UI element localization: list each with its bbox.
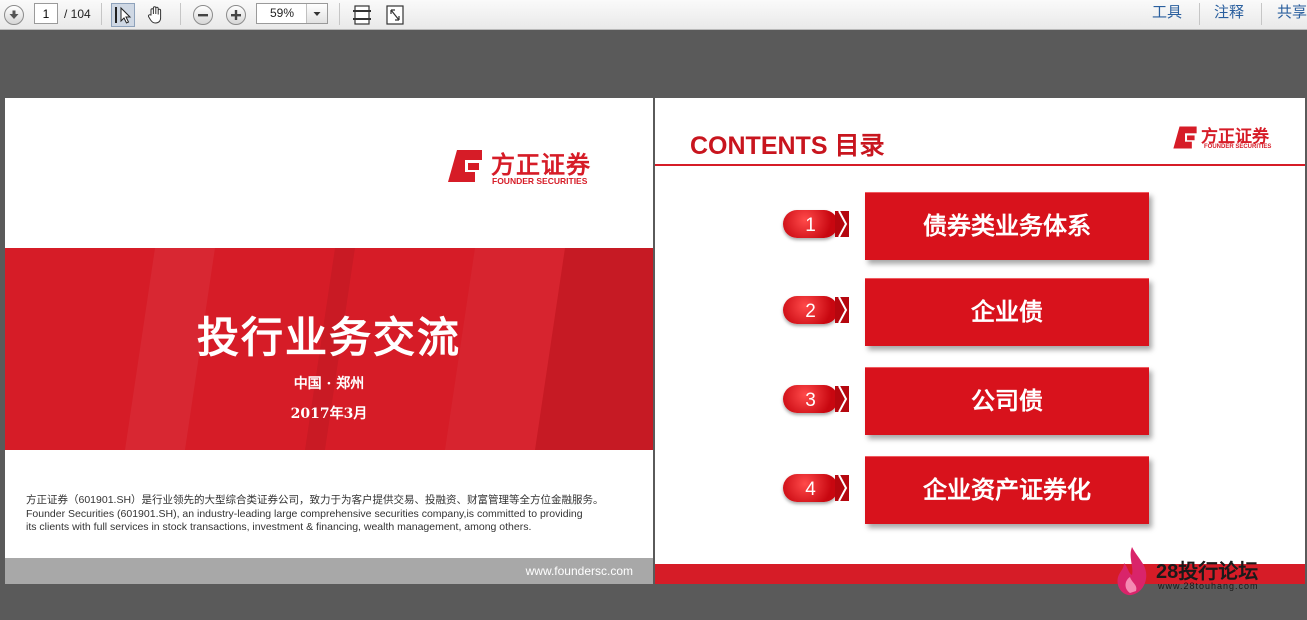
item-label: 企业资产证券化 <box>865 456 1149 524</box>
toolbar-divider <box>101 3 102 25</box>
toolbar-divider <box>180 3 181 25</box>
flame-logo-icon <box>1117 547 1147 596</box>
select-tool-button[interactable] <box>110 0 136 29</box>
badge-ribbon-icon <box>835 210 849 238</box>
next-page-button[interactable] <box>2 0 26 29</box>
tools-menu[interactable]: 工具 <box>1152 0 1182 29</box>
slide-title-page: 方正证券 FOUNDER SECURITIES 投行业务交流 中国 · 郑州 2… <box>5 98 653 584</box>
logo-en-text: FOUNDER SECURITIES <box>492 176 588 186</box>
toolbar-divider <box>1261 3 1262 25</box>
contents-heading: CONTENTS 目录 <box>690 132 885 160</box>
item-number-badge: 1 <box>783 210 838 238</box>
presentation-title: 投行业务交流 <box>196 313 461 362</box>
chevron-down-icon[interactable] <box>306 4 327 23</box>
item-number-badge: 2 <box>783 296 838 324</box>
slide-contents-page: CONTENTS 目录 方正证券 FOUNDER SECURITIES 1 债券… <box>655 98 1305 584</box>
logo-en-text: FOUNDER SECURITIES <box>1204 144 1272 150</box>
item-number-badge: 3 <box>783 385 838 413</box>
badge-ribbon-icon <box>835 385 849 413</box>
location-text: 中国 · 郑州 <box>293 376 365 392</box>
toolbar-divider <box>1199 3 1200 25</box>
select-cursor-icon <box>111 2 135 27</box>
founder-logo-icon <box>448 150 482 182</box>
fit-page-button[interactable] <box>349 0 375 29</box>
founder-logo <box>446 148 484 189</box>
title-banner: 投行业务交流 中国 · 郑州 2017年3月 <box>5 248 653 450</box>
arrow-down-icon <box>4 4 24 25</box>
hand-tool-button[interactable] <box>143 0 169 29</box>
date-text: 2017年3月 <box>290 406 368 422</box>
toolbar-divider <box>339 3 340 25</box>
item-number-badge: 4 <box>783 474 838 502</box>
badge-ribbon-icon <box>835 474 849 502</box>
header-rule <box>655 164 1305 166</box>
website-link[interactable]: www.foundersc.com <box>526 564 633 578</box>
founder-logo-icon <box>1173 126 1197 149</box>
page-number-input[interactable]: 1 <box>34 3 58 24</box>
slide-footer: www.foundersc.com <box>5 558 653 584</box>
logo-cn-text: 方正证券 <box>491 152 591 179</box>
fit-page-icon <box>353 4 371 25</box>
zoom-select[interactable]: 59% <box>256 3 328 24</box>
expand-icon <box>386 4 404 25</box>
item-label: 企业债 <box>865 278 1149 346</box>
share-menu[interactable]: 共享 <box>1277 0 1307 29</box>
watermark-brand: 28投行论坛 <box>1156 561 1259 583</box>
zoom-out-button[interactable] <box>190 0 216 29</box>
viewer-toolbar: 1 / 104 59% 工具 注释 共享 <box>0 0 1307 30</box>
company-desc-en-line1: Founder Securities (601901.SH), an indus… <box>26 508 583 520</box>
zoom-value: 59% <box>269 6 295 20</box>
badge-ribbon-icon <box>835 296 849 324</box>
item-label: 债券类业务体系 <box>865 192 1149 260</box>
page-total-label: / 104 <box>64 7 91 21</box>
founder-logo <box>1172 125 1198 155</box>
fullscreen-button[interactable] <box>382 0 408 29</box>
plus-icon <box>226 4 246 25</box>
watermark-url: www.28touhang.com <box>1158 581 1259 591</box>
company-desc-en-line2: its clients with full services in stock … <box>26 521 532 533</box>
comment-menu[interactable]: 注释 <box>1214 0 1244 29</box>
hand-icon <box>147 5 162 24</box>
company-desc-cn: 方正证券（601901.SH）是行业领先的大型综合类证券公司，致力于为客户提供交… <box>26 494 604 506</box>
item-label: 公司债 <box>865 367 1149 435</box>
minus-icon <box>193 4 213 25</box>
zoom-in-button[interactable] <box>223 0 249 29</box>
